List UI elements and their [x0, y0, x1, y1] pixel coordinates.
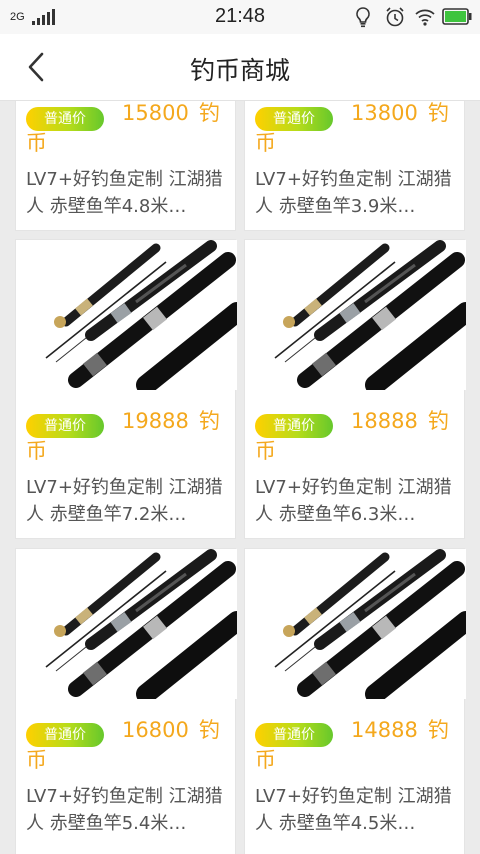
- product-price: 14888 钓 币: [255, 715, 463, 775]
- fishing-rod-image: [16, 549, 237, 699]
- product-price: 19888 钓 币: [26, 406, 234, 466]
- product-name: LV7+好钓鱼定制 江湖猎人 赤壁鱼竿3.9米…: [255, 169, 452, 217]
- product-name: LV7+好钓鱼定制 江湖猎人 赤壁鱼竿6.3米…: [255, 477, 452, 525]
- price-unit-cont: 币: [255, 748, 276, 772]
- status-bar: 2G 21:48: [0, 0, 480, 34]
- product-card[interactable]: 普通价 15800 钓 币 LV7+好钓鱼定制 江湖猎人 赤壁鱼竿4.8米…: [15, 101, 236, 231]
- price-unit: 钓: [427, 718, 449, 742]
- price-value: 15800: [122, 101, 189, 125]
- wifi-icon: [415, 9, 435, 26]
- price-unit-cont: 币: [26, 131, 47, 155]
- price-unit-cont: 币: [26, 439, 47, 463]
- product-price: 18888 钓 币: [255, 406, 463, 466]
- price-value: 13800: [351, 101, 418, 125]
- page-title: 钓币商城: [189, 56, 290, 85]
- price-value: 19888: [122, 409, 189, 433]
- product-card[interactable]: 普通价 19888 钓 币 LV7+好钓鱼定制 江湖猎人 赤壁鱼竿7.2米…: [15, 239, 236, 539]
- price-value: 18888: [351, 409, 418, 433]
- fishing-rod-image: [245, 549, 466, 699]
- product-card[interactable]: 普通价 16800 钓 币 LV7+好钓鱼定制 江湖猎人 赤壁鱼竿5.4米…: [15, 548, 236, 854]
- price-unit: 钓: [198, 718, 220, 742]
- product-card[interactable]: 普通价 14888 钓 币 LV7+好钓鱼定制 江湖猎人 赤壁鱼竿4.5米…: [244, 548, 465, 854]
- price-unit-cont: 币: [255, 439, 276, 463]
- price-unit-cont: 币: [255, 131, 276, 155]
- fishing-rod-image: [16, 240, 237, 390]
- product-name: LV7+好钓鱼定制 江湖猎人 赤壁鱼竿4.5米…: [255, 786, 452, 834]
- clock: 21:48: [214, 5, 266, 27]
- fishing-rod-image: [245, 240, 466, 390]
- product-grid: 普通价 15800 钓 币 LV7+好钓鱼定制 江湖猎人 赤壁鱼竿4.8米… 普通…: [0, 101, 480, 854]
- product-price: 13800 钓 币: [255, 101, 463, 158]
- price-value: 14888: [351, 718, 418, 742]
- price-unit: 钓: [198, 101, 220, 125]
- price-value: 16800: [122, 718, 189, 742]
- product-name: LV7+好钓鱼定制 江湖猎人 赤壁鱼竿4.8米…: [26, 169, 223, 217]
- battery-icon: [442, 8, 472, 25]
- price-unit: 钓: [427, 409, 449, 433]
- app-header: 钓币商城: [0, 34, 480, 101]
- product-card[interactable]: 普通价 13800 钓 币 LV7+好钓鱼定制 江湖猎人 赤壁鱼竿3.9米…: [244, 101, 465, 231]
- alarm-clock-icon: [386, 7, 404, 27]
- product-price: 15800 钓 币: [26, 101, 234, 158]
- product-name: LV7+好钓鱼定制 江湖猎人 赤壁鱼竿5.4米…: [26, 786, 223, 834]
- product-price: 16800 钓 币: [26, 715, 234, 775]
- price-unit: 钓: [198, 409, 220, 433]
- price-unit: 钓: [427, 101, 449, 125]
- lightbulb-icon: [356, 7, 370, 28]
- price-unit-cont: 币: [26, 748, 47, 772]
- product-card[interactable]: 普通价 18888 钓 币 LV7+好钓鱼定制 江湖猎人 赤壁鱼竿6.3米…: [244, 239, 465, 539]
- product-name: LV7+好钓鱼定制 江湖猎人 赤壁鱼竿7.2米…: [26, 477, 223, 525]
